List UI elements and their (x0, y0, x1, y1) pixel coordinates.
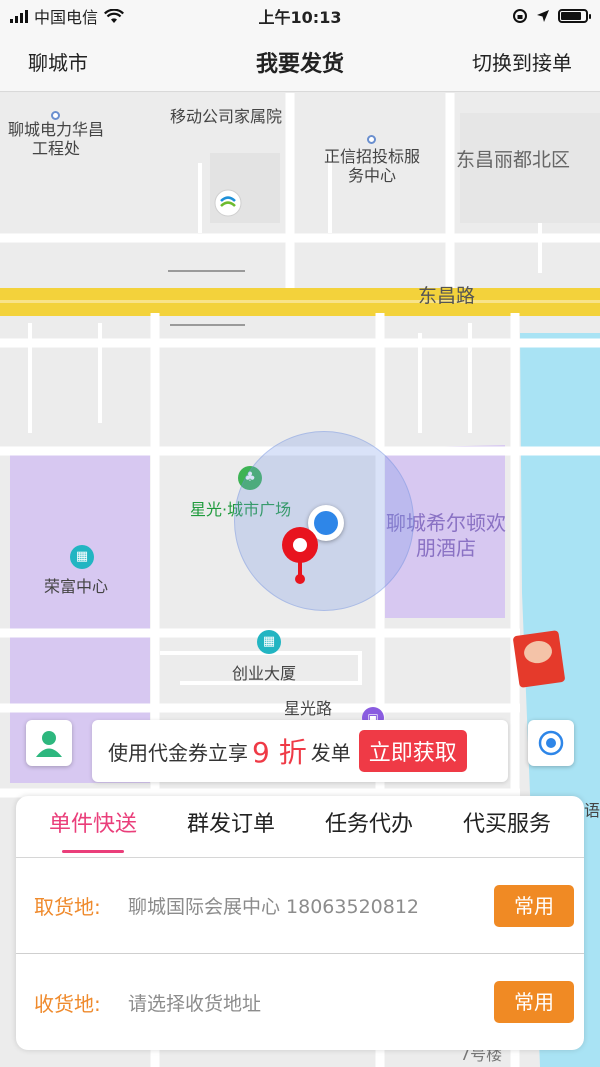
china-mobile-icon (214, 189, 242, 217)
map-label-chuangye: 创业大厦 (232, 664, 297, 683)
user-profile-button[interactable] (26, 720, 72, 766)
locate-me-button[interactable] (528, 720, 574, 766)
locate-icon (538, 730, 564, 756)
delivery-address-row[interactable]: 收货地: 请选择收货地址 常用 (16, 954, 584, 1050)
pickup-address-value[interactable]: 聊城国际会展中心 18063520812 (128, 892, 494, 919)
order-type-tabs: 单件快送 群发订单 任务代办 代买服务 (16, 796, 584, 858)
map-label-dongchang-road: 东昌路 (418, 285, 476, 307)
building-poi-icon: ▦ (257, 630, 281, 654)
tab-single-express[interactable]: 单件快送 (24, 796, 162, 857)
building-poi-icon: ▦ (70, 545, 94, 569)
wifi-icon (104, 8, 124, 23)
carrier-name: 中国电信 (34, 8, 99, 27)
coupon-prefix: 使用代金券立享 (108, 740, 248, 765)
coupon-suffix: 发单 (310, 740, 351, 765)
map-pin-foot (295, 574, 305, 584)
pickup-address-row[interactable]: 取货地: 聊城国际会展中心 18063520812 常用 (16, 858, 584, 954)
tab-group-order[interactable]: 群发订单 (162, 796, 300, 857)
battery-icon (558, 9, 591, 23)
map-label-partial-right: 语 (584, 801, 600, 820)
map-label-dongchang-lidu: 东昌丽都北区 (456, 149, 571, 171)
delivery-label: 收货地: (34, 991, 101, 1016)
delivery-address-placeholder[interactable]: 请选择收货地址 (128, 989, 494, 1016)
signal-icon (10, 9, 28, 23)
user-icon (36, 731, 62, 757)
tab-buy-service[interactable]: 代买服务 (438, 796, 576, 857)
order-panel: 单件快送 群发订单 任务代办 代买服务 取货地: 聊城国际会展中心 180635… (16, 796, 584, 1050)
rotation-lock-icon (513, 9, 527, 23)
get-coupon-button[interactable]: 立即获取 (358, 730, 467, 772)
status-time: 上午10:13 (258, 8, 342, 27)
status-bar: 中国电信 上午10:13 (0, 0, 600, 32)
map-label-power-company: 聊城电力华昌工程处 (8, 120, 105, 158)
map-pin-icon[interactable] (282, 527, 318, 563)
location-arrow-icon (537, 10, 549, 22)
delivery-frequent-button[interactable]: 常用 (494, 981, 574, 1023)
city-selector[interactable]: 聊城市 (28, 47, 88, 76)
switch-to-accept-orders-button[interactable]: 切换到接单 (472, 47, 572, 76)
tab-task-errand[interactable]: 任务代办 (300, 796, 438, 857)
poi-dot-icon (51, 111, 60, 120)
pickup-frequent-button[interactable]: 常用 (494, 884, 574, 927)
map-label-xingguang-road: 星光路 (284, 699, 333, 718)
map-label-zhengxin: 正信招投标服务中心 (323, 147, 420, 185)
red-packet-ad-icon[interactable] (512, 630, 566, 688)
coupon-discount: 9 折 (252, 736, 307, 769)
pickup-label: 取货地: (34, 895, 101, 919)
map-label-mobile-family: 移动公司家属院 (170, 107, 283, 126)
map-label-rongfu: 荣富中心 (44, 577, 109, 596)
poi-dot-icon (367, 135, 376, 144)
coupon-banner[interactable]: 使用代金券立享 9 折 发单 立即获取 (92, 720, 508, 782)
navigation-bar: 聊城市 我要发货 切换到接单 (0, 32, 600, 92)
